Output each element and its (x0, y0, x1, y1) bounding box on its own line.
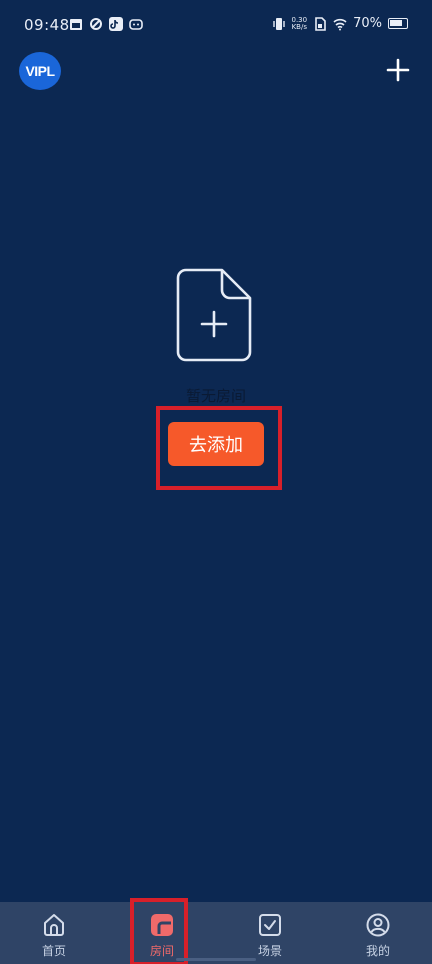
tiktok-notification-icon (109, 17, 123, 31)
status-bar: 09:48 0.30 KB/s 70% (0, 0, 432, 50)
highlight-box-room-tab (130, 898, 188, 964)
logo-text: VIPL (25, 63, 55, 79)
calendar-notification-icon (70, 19, 82, 30)
home-icon (44, 914, 64, 936)
empty-state-text: 暂无房间 (185, 387, 246, 405)
nav-item-scene[interactable]: 场景 (216, 902, 324, 964)
message-notification-icon (129, 19, 143, 30)
app-logo[interactable]: VIPL (19, 52, 61, 90)
vibrate-icon (272, 17, 285, 30)
battery-icon (388, 18, 408, 29)
net-speed-unit: KB/s (291, 22, 307, 31)
network-speed: 0.30 KB/s (291, 16, 308, 31)
nav-label-profile: 我的 (365, 944, 390, 958)
scene-check-icon (259, 914, 281, 936)
plus-icon[interactable] (386, 58, 410, 82)
status-system-icons: 0.30 KB/s 70% (272, 16, 408, 31)
wifi-icon (333, 18, 347, 30)
nav-label-scene: 场景 (257, 944, 282, 958)
profile-icon (366, 913, 390, 937)
sync-notification-icon (90, 18, 102, 30)
sim-card-icon (315, 16, 326, 31)
nav-item-profile[interactable]: 我的 (324, 902, 432, 964)
nav-label-home: 首页 (41, 944, 66, 958)
home-indicator[interactable] (176, 958, 256, 961)
status-notification-icons (69, 17, 143, 31)
highlight-box-add-button (156, 406, 282, 490)
bottom-nav: 首页 房间 场景 我的 (0, 902, 432, 964)
status-time: 09:48 (24, 16, 70, 34)
document-add-icon (176, 268, 252, 362)
nav-item-home[interactable]: 首页 (0, 902, 108, 964)
battery-percent: 70% (353, 16, 382, 31)
